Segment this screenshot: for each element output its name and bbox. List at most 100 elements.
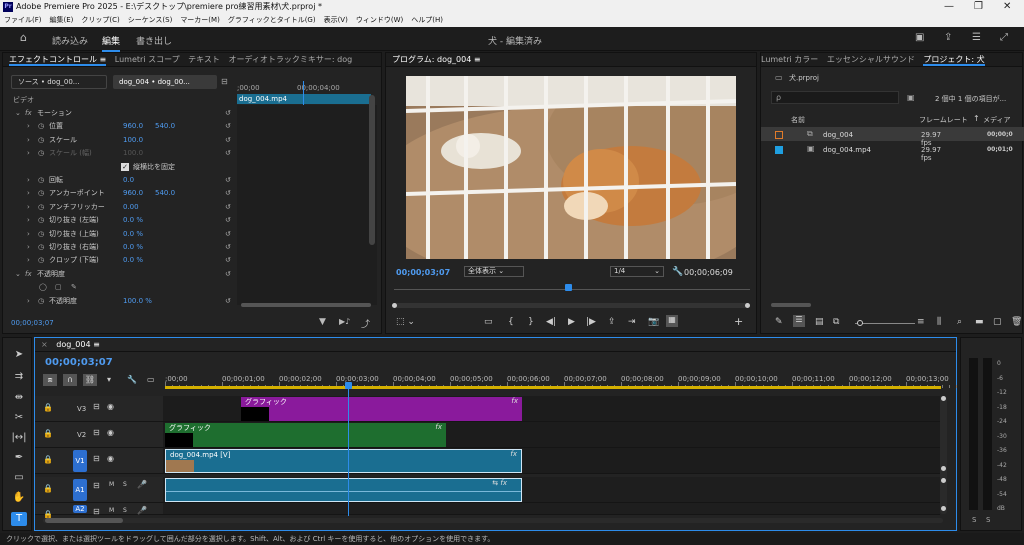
property-value[interactable]: 0.0 %: [123, 228, 143, 241]
captions-icon[interactable]: ▭: [147, 375, 155, 384]
stopwatch-icon[interactable]: ◷: [38, 254, 44, 267]
slip-tool-icon[interactable]: |↔|: [11, 431, 27, 445]
tab-lumetri-color[interactable]: Lumetri カラー: [761, 55, 818, 64]
panel-toggle-icon[interactable]: ⊟: [221, 77, 228, 86]
property-value-2[interactable]: 540.0: [155, 120, 175, 133]
effect-property-row[interactable]: › ◷ 切り抜き (上端) 0.0 % ↺: [3, 228, 235, 241]
freeform-view-icon[interactable]: ⧉: [833, 317, 839, 327]
voice-over-record-icon[interactable]: 🎤: [137, 480, 147, 489]
ec-keyframe-area[interactable]: [237, 105, 377, 305]
audio-clip-a1[interactable]: ⇆ fx: [165, 478, 522, 502]
reset-icon[interactable]: ↺: [225, 107, 231, 120]
play-icon[interactable]: ▶: [568, 317, 575, 327]
expand-chevron-icon[interactable]: ›: [27, 254, 30, 267]
step-forward-icon[interactable]: |▶: [586, 317, 596, 327]
property-value[interactable]: 960.0: [123, 187, 143, 200]
property-value[interactable]: 100.0 %: [123, 295, 152, 308]
automate-to-sequence-icon[interactable]: ⫼: [937, 317, 941, 327]
solo-left-button[interactable]: S: [972, 516, 976, 524]
stopwatch-icon[interactable]: ◷: [38, 174, 44, 187]
track-row[interactable]: [35, 503, 940, 515]
lift-icon[interactable]: ⇪: [608, 317, 616, 327]
solo-track-button[interactable]: S: [123, 481, 127, 488]
stopwatch-icon[interactable]: ◷: [38, 134, 44, 147]
expand-chevron-icon[interactable]: ⌄: [15, 268, 21, 281]
sequence-clip-selector[interactable]: dog_004 • dog_00...: [113, 75, 217, 89]
vscroll-mid-handle[interactable]: [941, 466, 946, 471]
sync-lock-icon[interactable]: ⊟: [93, 481, 100, 490]
fx-icon[interactable]: fx: [25, 107, 32, 120]
solo-track-button[interactable]: S: [123, 507, 127, 514]
property-value-2[interactable]: 540.0: [155, 187, 175, 200]
sync-lock-icon[interactable]: ⊟: [93, 507, 100, 516]
timeline-vertical-scroll-track[interactable]: [940, 396, 947, 514]
expand-chevron-icon[interactable]: ›: [27, 174, 30, 187]
source-clip-selector[interactable]: ソース • dog_00...: [11, 75, 107, 89]
ripple-edit-tool-icon[interactable]: ⇹: [11, 391, 27, 405]
project-item-name[interactable]: dog_004: [823, 131, 853, 139]
program-scroll-handle-right[interactable]: [745, 303, 750, 308]
export-frame-icon[interactable]: ⤴: [361, 317, 370, 330]
property-value[interactable]: 100.0: [123, 134, 143, 147]
stopwatch-icon[interactable]: ◷: [38, 187, 44, 200]
toggle-track-output-eye-icon[interactable]: ◉: [107, 402, 114, 411]
graphic-clip-v3[interactable]: グラフィック fx: [241, 397, 522, 421]
extract-icon[interactable]: ⇥: [628, 317, 636, 327]
stopwatch-icon[interactable]: ◷: [38, 228, 44, 241]
effect-property-row[interactable]: › ◷ クロップ (下端) 0.0 % ↺: [3, 254, 235, 267]
stopwatch-icon[interactable]: ◷: [38, 241, 44, 254]
expand-chevron-icon[interactable]: ›: [27, 147, 30, 160]
effect-property-row[interactable]: ⌄ fx 不透明度 ↺: [3, 268, 235, 281]
sync-lock-icon[interactable]: ⊟: [93, 428, 100, 437]
ec-horizontal-scrollbar[interactable]: [241, 303, 371, 307]
vscroll-top-handle[interactable]: [941, 396, 946, 401]
clear-icon[interactable]: 🗑: [1011, 317, 1022, 327]
project-search-input[interactable]: ρ: [771, 91, 899, 104]
effect-property-row[interactable]: › ◷ 回転 0.0 ↺: [3, 174, 235, 187]
export-frame-camera-icon[interactable]: 📷: [648, 317, 659, 327]
column-framerate[interactable]: フレームレート: [919, 115, 968, 125]
video-clip-v1[interactable]: dog_004.mp4 [V] fx: [165, 449, 522, 473]
reset-icon[interactable]: ↺: [225, 228, 231, 241]
expand-chevron-icon[interactable]: ›: [27, 295, 30, 308]
tab-program[interactable]: プログラム: dog_004 ≡: [392, 55, 481, 64]
effect-property-row[interactable]: › ◷ スケール 100.0 ↺: [3, 134, 235, 147]
expand-chevron-icon[interactable]: ›: [27, 201, 30, 214]
stopwatch-icon[interactable]: ◷: [38, 295, 44, 308]
effect-property-row[interactable]: › ◷ 切り抜き (左端) 0.0 % ↺: [3, 214, 235, 227]
project-scrollbar[interactable]: [771, 303, 811, 307]
audio-volume-line[interactable]: [166, 491, 521, 492]
effect-property-row[interactable]: ⌄ fx モーション ↺: [3, 107, 235, 120]
find-icon[interactable]: ⌕: [957, 317, 962, 327]
selection-tool-icon[interactable]: ➤: [11, 348, 27, 362]
program-playhead[interactable]: [564, 284, 572, 291]
quick-export-icon[interactable]: ▣: [915, 32, 924, 43]
program-scroll-handle-left[interactable]: [392, 303, 397, 308]
property-value[interactable]: 0.0 %: [123, 214, 143, 227]
close-icon[interactable]: ✕: [1003, 0, 1011, 14]
reset-icon[interactable]: ↺: [225, 214, 231, 227]
project-row-selected[interactable]: [761, 127, 1024, 141]
effect-property-row[interactable]: › ◷ アンチフリッカー 0.00 ↺: [3, 201, 235, 214]
vscroll-lower-handle[interactable]: [941, 478, 946, 483]
expand-chevron-icon[interactable]: ›: [27, 214, 30, 227]
pen-tool-icon[interactable]: ✒: [11, 451, 27, 465]
project-item-name[interactable]: dog_004.mp4: [823, 146, 871, 154]
home-icon[interactable]: ⌂: [20, 31, 27, 44]
play-only-audio-icon[interactable]: ▶♪: [339, 317, 350, 326]
voice-over-record-icon[interactable]: 🎤: [137, 506, 147, 515]
reset-icon[interactable]: ↺: [225, 295, 231, 308]
maximize-icon[interactable]: ❐: [974, 0, 983, 14]
property-value[interactable]: 0.0 %: [123, 254, 143, 267]
property-value[interactable]: 0.0: [123, 174, 134, 187]
list-view-icon[interactable]: ☰: [793, 315, 805, 327]
tab-text[interactable]: テキスト: [188, 55, 220, 64]
solo-right-button[interactable]: S: [986, 516, 990, 524]
menu-item[interactable]: ファイル(F): [4, 14, 42, 27]
tab-sequence[interactable]: dog_004 ≡: [56, 340, 100, 349]
reset-icon[interactable]: ↺: [225, 134, 231, 147]
sync-lock-icon[interactable]: ⊟: [93, 402, 100, 411]
ec-clip-bar[interactable]: dog_004.mp4: [237, 94, 371, 104]
pencil-icon[interactable]: ✎: [775, 317, 783, 327]
type-tool-icon[interactable]: T: [11, 512, 27, 526]
